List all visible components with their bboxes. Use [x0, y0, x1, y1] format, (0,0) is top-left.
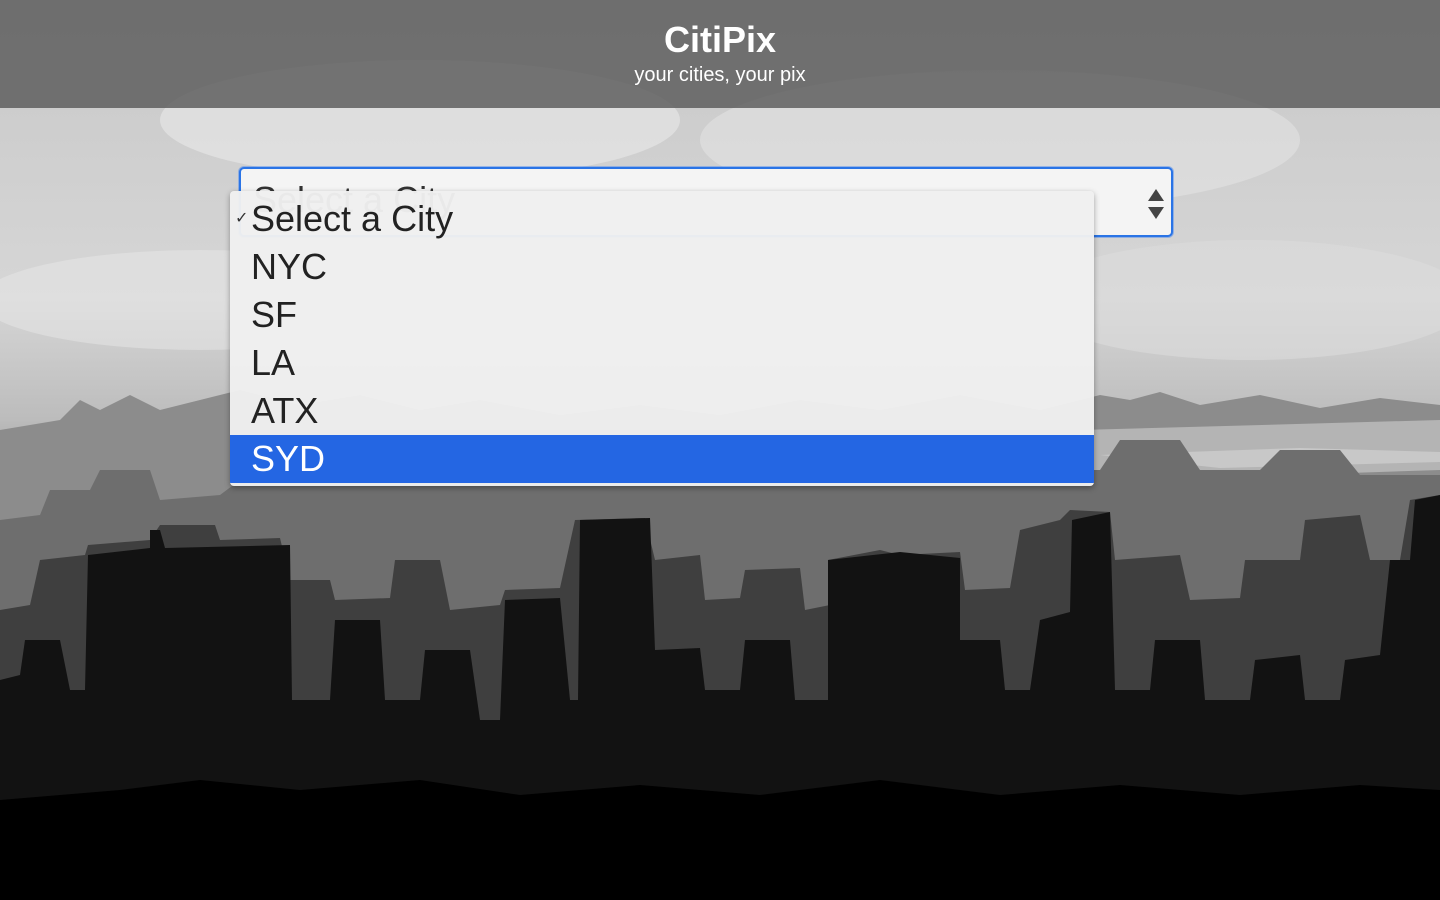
city-option-sf[interactable]: SF — [230, 291, 1094, 339]
city-option-label: SYD — [251, 438, 326, 479]
app-header: CitiPix your cities, your pix — [0, 0, 1440, 108]
city-option-atx[interactable]: ATX — [230, 387, 1094, 435]
city-option-label: Select a City — [251, 198, 454, 239]
app-title: CitiPix — [663, 19, 777, 60]
city-option-label: NYC — [251, 246, 328, 287]
page: CitiPix your cities, your pix Select a C… — [0, 0, 1440, 900]
city-option-label: LA — [251, 342, 296, 383]
up-down-arrows-icon[interactable] — [1147, 187, 1165, 221]
city-option-nyc[interactable]: NYC — [230, 243, 1094, 291]
city-option-la[interactable]: LA — [230, 339, 1094, 387]
city-option-label: ATX — [251, 390, 319, 431]
city-option-syd[interactable]: SYD — [230, 435, 1094, 483]
city-dropdown-menu: ✓ Select a City NYC SF LA ATX SYD — [230, 191, 1094, 486]
city-option-select-a-city[interactable]: ✓ Select a City — [230, 195, 1094, 243]
city-option-label: SF — [251, 294, 298, 335]
app-subtitle: your cities, your pix — [634, 64, 806, 86]
checkmark-icon: ✓ — [235, 210, 249, 227]
